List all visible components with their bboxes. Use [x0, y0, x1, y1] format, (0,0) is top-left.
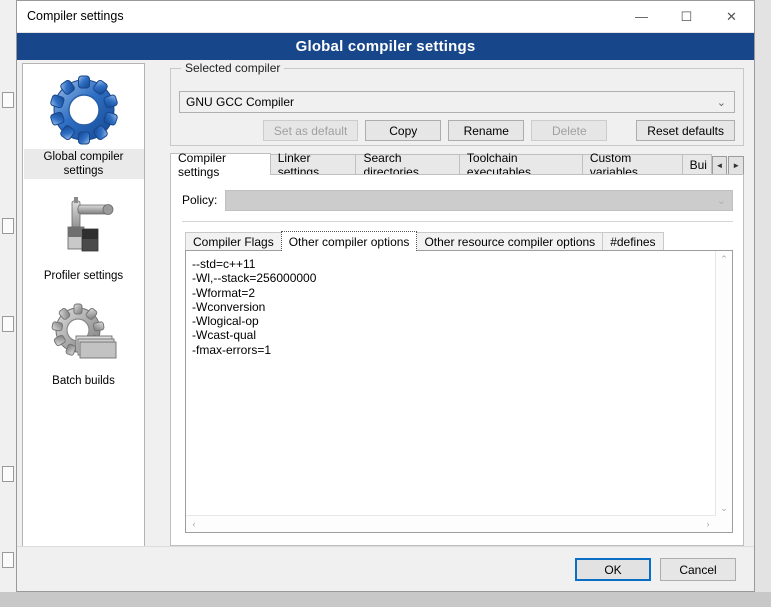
- background-window-control: [2, 552, 14, 568]
- compiler-dropdown[interactable]: GNU GCC Compiler ⌄: [179, 91, 735, 113]
- title-bar: Compiler settings — ☐ ✕: [17, 1, 754, 33]
- policy-label: Policy:: [182, 193, 218, 207]
- settings-tabstrip: Compiler settings Linker settings Search…: [170, 151, 745, 179]
- close-icon[interactable]: ✕: [709, 1, 754, 32]
- window-title: Compiler settings: [27, 9, 124, 23]
- policy-dropdown[interactable]: ⌄: [225, 189, 733, 211]
- scroll-down-icon[interactable]: ⌄: [716, 500, 732, 516]
- background-taskbar: [0, 592, 771, 607]
- settings-content: Selected compiler GNU GCC Compiler ⌄ Set…: [151, 61, 748, 550]
- gear-stack-icon: [51, 303, 116, 359]
- editor-horizontal-scrollbar[interactable]: ‹ ›: [186, 515, 716, 532]
- tab-search-directories[interactable]: Search directories: [355, 151, 460, 179]
- background-window-control: [2, 466, 14, 482]
- footer-buttons: OK Cancel: [575, 558, 736, 581]
- scroll-right-icon[interactable]: ›: [700, 516, 716, 532]
- compiler-action-buttons: Set as default Copy Rename Delete Reset …: [262, 120, 735, 141]
- cancel-button[interactable]: Cancel: [660, 558, 736, 581]
- rename-button[interactable]: Rename: [448, 120, 525, 141]
- tab-scroll-left-icon[interactable]: ◄: [711, 156, 728, 175]
- desktop-background: Compiler settings — ☐ ✕ Global compiler …: [0, 0, 771, 607]
- ok-button[interactable]: OK: [575, 558, 651, 581]
- background-window-control: [2, 92, 14, 108]
- itab-other-compiler-options[interactable]: Other compiler options: [280, 231, 418, 251]
- tab-linker-settings[interactable]: Linker settings: [269, 151, 357, 179]
- editor-vertical-scrollbar[interactable]: ⌃ ⌄: [715, 251, 732, 516]
- background-window-control: [2, 316, 14, 332]
- sidebar-item-batch-builds[interactable]: Batch builds: [23, 298, 144, 389]
- tab-scroll-right-icon[interactable]: ►: [728, 156, 745, 175]
- tab-toolchain-executables[interactable]: Toolchain executables: [458, 151, 583, 179]
- itab-other-resource-compiler-options[interactable]: Other resource compiler options: [416, 232, 604, 251]
- scrollbar-corner: [716, 516, 732, 532]
- scroll-up-icon[interactable]: ⌃: [716, 251, 732, 267]
- copy-button[interactable]: Copy: [365, 120, 442, 141]
- selected-compiler-group: Selected compiler GNU GCC Compiler ⌄ Set…: [170, 61, 744, 146]
- editor-text-area[interactable]: --std=c++11 -Wl,--stack=256000000 -Wform…: [187, 252, 716, 516]
- other-compiler-options-editor[interactable]: --std=c++11 -Wl,--stack=256000000 -Wform…: [185, 250, 733, 533]
- tab-custom-variables[interactable]: Custom variables: [581, 151, 683, 179]
- compiler-settings-dialog: Compiler settings — ☐ ✕ Global compiler …: [16, 0, 755, 592]
- sidebar-item-label: Global compiler settings: [23, 149, 144, 179]
- gear-blue-icon: [49, 75, 118, 145]
- divider: [182, 221, 733, 222]
- chevron-down-icon: ⌄: [716, 97, 726, 109]
- minimize-icon[interactable]: —: [619, 1, 664, 32]
- sidebar-item-label: Batch builds: [52, 375, 115, 387]
- reset-defaults-button[interactable]: Reset defaults: [636, 120, 735, 141]
- sidebar-item-label: Profiler settings: [43, 270, 124, 282]
- background-window-edge: [0, 0, 17, 607]
- robot-arm-icon: [67, 197, 113, 252]
- delete-button[interactable]: Delete: [531, 120, 608, 141]
- itab-defines[interactable]: #defines: [602, 232, 664, 251]
- compiler-options-text: --std=c++11 -Wl,--stack=256000000 -Wform…: [192, 257, 317, 357]
- tab-compiler-settings[interactable]: Compiler settings: [170, 151, 271, 179]
- sidebar-item-global-compiler-settings[interactable]: Global compiler settings: [23, 74, 144, 179]
- dialog-footer: OK Cancel: [17, 546, 754, 591]
- compiler-settings-panel: Policy: ⌄ Compiler Flags Other compiler …: [170, 174, 744, 546]
- compiler-dropdown-value: GNU GCC Compiler: [186, 95, 295, 109]
- dialog-body: Global compiler settings Profiler settin…: [17, 60, 754, 591]
- itab-compiler-flags[interactable]: Compiler Flags: [185, 232, 282, 251]
- tab-build-options[interactable]: Bui: [681, 154, 712, 175]
- scroll-left-icon[interactable]: ‹: [186, 516, 202, 532]
- policy-row: Policy: ⌄: [182, 189, 733, 211]
- selected-compiler-legend: Selected compiler: [181, 61, 285, 75]
- background-window-right: [755, 0, 771, 607]
- page-title: Global compiler settings: [17, 33, 754, 61]
- chevron-down-icon: ⌄: [716, 194, 726, 207]
- compiler-options-tabstrip: Compiler Flags Other compiler options Ot…: [185, 231, 733, 251]
- background-window-control: [2, 218, 14, 234]
- maximize-icon[interactable]: ☐: [664, 1, 709, 32]
- set-as-default-button[interactable]: Set as default: [262, 120, 359, 141]
- sidebar: Global compiler settings Profiler settin…: [22, 63, 145, 550]
- sidebar-item-profiler-settings[interactable]: Profiler settings: [23, 193, 144, 284]
